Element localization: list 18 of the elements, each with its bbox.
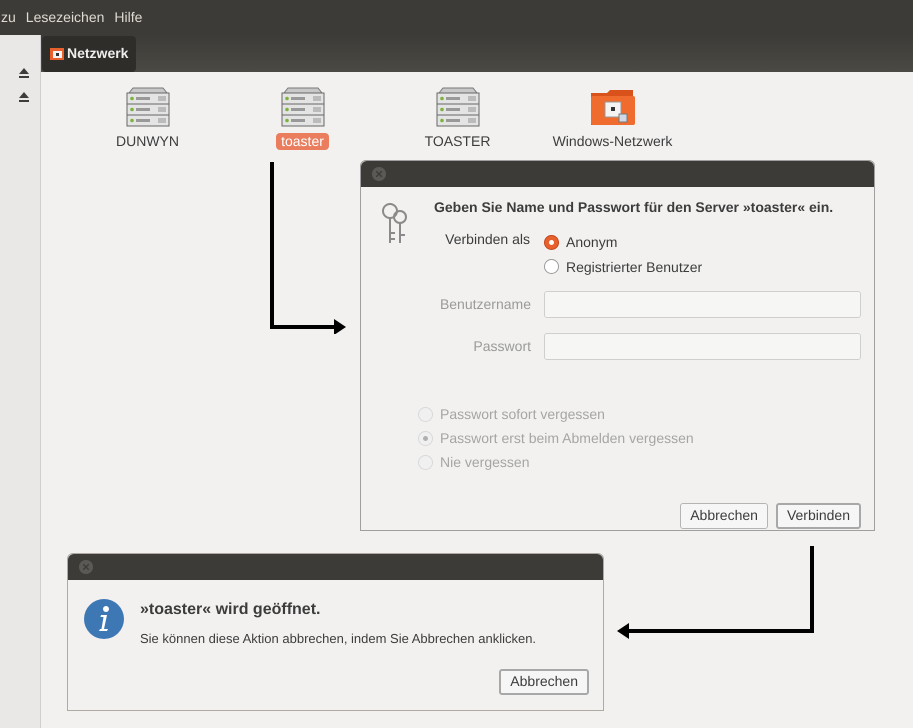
field-label: Passwort <box>472 338 532 356</box>
menu-item[interactable]: Lesezeichen <box>26 9 104 26</box>
dialog-title: »toaster« wird geöffnet. <box>140 600 322 620</box>
dialog-button[interactable]: Abbrechen <box>680 502 768 529</box>
connect-as-label: Verbinden als <box>444 230 531 249</box>
location-button[interactable]: Netzwerk <box>42 36 136 72</box>
dialog-button[interactable]: Verbinden <box>776 502 861 529</box>
file-icon-label[interactable]: DUNWYN <box>111 133 184 150</box>
file-icon-label[interactable]: TOASTER <box>420 133 496 150</box>
menu-item[interactable]: Hilfe <box>114 9 142 26</box>
menu-item[interactable]: zu <box>1 9 16 26</box>
radio-label[interactable]: Anonym <box>566 234 618 251</box>
file-icon-label[interactable]: Windows-Netzwerk <box>548 133 678 150</box>
dialog-heading: Geben Sie Name und Passwort für den Server »toaster« ein. <box>434 199 834 216</box>
dialog-message: Sie können diese Aktion abbrechen, indem Sie Abbrechen anklicken. <box>140 631 538 647</box>
radio-label[interactable]: Registrierter Benutzer <box>566 258 702 276</box>
dialog-button[interactable]: Abbrechen <box>499 668 589 695</box>
field-label: Benutzername <box>438 296 532 314</box>
